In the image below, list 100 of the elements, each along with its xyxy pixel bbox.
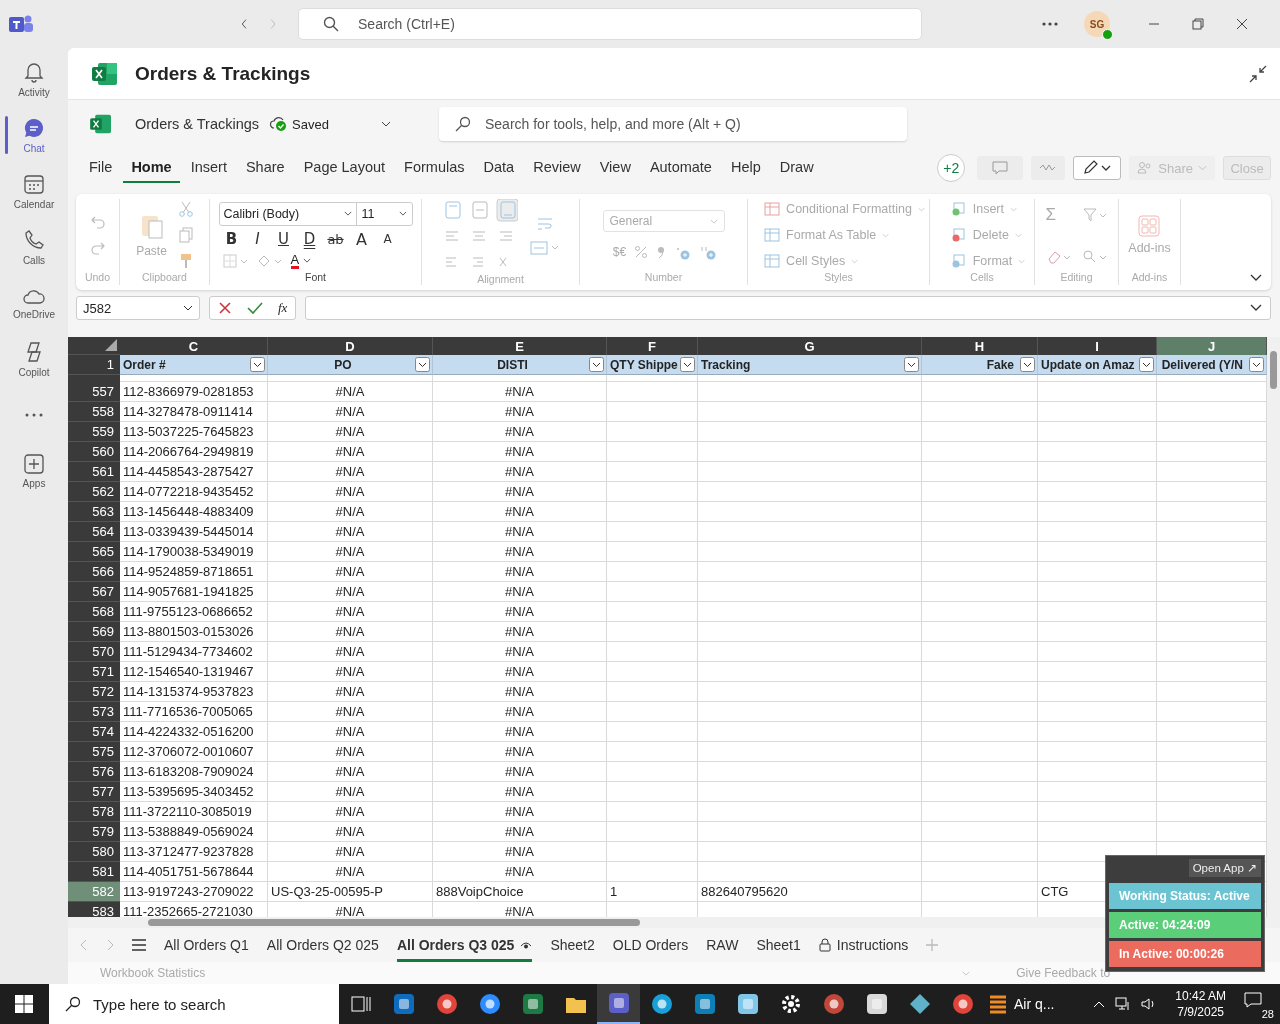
open-app-button[interactable]: Open App ↗ <box>1188 859 1261 877</box>
font-style-button[interactable]: D <box>300 230 319 248</box>
formula-field[interactable] <box>305 296 1271 320</box>
rail-item[interactable]: Calls <box>0 224 68 270</box>
row-header[interactable]: 580 <box>68 842 120 862</box>
menu-tab[interactable]: Home <box>123 153 180 183</box>
menu-tab[interactable]: Help <box>722 153 769 183</box>
search-field[interactable]: Search for tools, help, and more (Alt + Q) <box>438 107 907 141</box>
sheet-tab[interactable]: Sheet2 <box>550 928 595 962</box>
row-header[interactable]: 557 <box>68 382 120 402</box>
row-header[interactable]: 567 <box>68 582 120 602</box>
cancel-icon[interactable] <box>217 301 232 315</box>
video-call-icon[interactable] <box>477 992 502 1016</box>
collaborators-badge[interactable]: +2 <box>937 154 966 182</box>
caret-icon[interactable] <box>380 121 391 127</box>
menu-tab[interactable]: Automate <box>641 153 720 183</box>
menu-tab[interactable]: View <box>591 153 639 183</box>
font-style-button[interactable]: U <box>274 230 293 248</box>
row-header[interactable]: 572 <box>68 682 120 702</box>
network-icon[interactable] <box>1115 997 1132 1011</box>
row-header[interactable]: 581 <box>68 862 120 882</box>
browser-icon[interactable] <box>434 992 459 1016</box>
font-style-button[interactable]: I <box>248 230 267 248</box>
row-header[interactable]: 559 <box>68 422 120 442</box>
row-header[interactable]: 574 <box>68 722 120 742</box>
column-header[interactable]: J <box>1157 337 1267 355</box>
row-header[interactable]: 571 <box>68 662 120 682</box>
row-header[interactable]: 561 <box>68 462 120 482</box>
filter-dropdown-icon[interactable] <box>589 357 604 372</box>
browser-icon[interactable] <box>649 992 674 1016</box>
spreadsheet-app-icon[interactable] <box>520 992 545 1016</box>
file-name[interactable]: Orders & Trackings <box>135 116 260 132</box>
row-header[interactable]: 570 <box>68 642 120 662</box>
font-color-button[interactable]: A <box>290 252 312 269</box>
filter-dropdown-icon[interactable] <box>1249 357 1264 372</box>
confirm-icon[interactable] <box>246 301 263 315</box>
expand-icon[interactable] <box>1250 304 1262 312</box>
app-icon[interactable] <box>821 992 846 1016</box>
rail-item[interactable]: Apps <box>0 448 68 494</box>
menu-tab[interactable]: Insert <box>182 153 235 183</box>
row-header[interactable]: 564 <box>68 522 120 542</box>
browser-icon[interactable] <box>950 992 975 1016</box>
row-header[interactable]: 560 <box>68 442 120 462</box>
expand-ribbon-icon[interactable] <box>1250 274 1262 282</box>
insert-function-button[interactable]: fx <box>278 300 288 316</box>
clock[interactable]: 10:42 AM 7/9/2025 <box>1175 988 1226 1020</box>
rail-item[interactable]: Chat <box>0 112 68 158</box>
sheet-tab[interactable]: Instructions <box>818 928 909 962</box>
row-header[interactable]: 577 <box>68 782 120 802</box>
notebook-icon[interactable] <box>735 992 760 1016</box>
sheet-tab[interactable]: RAW <box>706 928 739 962</box>
start-icon[interactable] <box>15 995 33 1013</box>
collapse-icon[interactable] <box>1249 64 1267 83</box>
filter-dropdown-icon[interactable] <box>1020 357 1035 372</box>
search-field[interactable]: Search (Ctrl+E) <box>298 8 922 40</box>
menu-tab[interactable]: File <box>81 153 121 183</box>
menu-tab[interactable]: Formulas <box>396 153 473 183</box>
rail-item[interactable]: OneDrive <box>0 280 68 326</box>
row-header[interactable]: 576 <box>68 762 120 782</box>
filter-dropdown-icon[interactable] <box>904 357 919 372</box>
row-header[interactable]: 575 <box>68 742 120 762</box>
menu-icon[interactable] <box>132 939 146 951</box>
row-header[interactable]: 565 <box>68 542 120 562</box>
rail-item[interactable]: Activity <box>0 56 68 102</box>
row-header[interactable]: 583 <box>68 902 120 917</box>
font-style-button[interactable]: A <box>352 229 371 249</box>
avatar[interactable]: SG <box>1084 11 1110 37</box>
row-header[interactable]: 563 <box>68 502 120 522</box>
rail-item[interactable]: Calendar <box>0 168 68 214</box>
filter-dropdown-icon[interactable] <box>1139 357 1154 372</box>
app-icon[interactable] <box>864 992 889 1016</box>
menu-tab[interactable]: Share <box>237 153 293 183</box>
name-box[interactable]: J582 <box>76 296 200 320</box>
chevron-up-icon[interactable] <box>1093 1000 1106 1008</box>
row-header[interactable]: 579 <box>68 822 120 842</box>
filter-dropdown-icon[interactable] <box>415 357 430 372</box>
horizontal-scrollbar[interactable] <box>68 917 1280 928</box>
sheet-tab[interactable]: OLD Orders <box>612 928 689 962</box>
font-size-dropdown[interactable]: 11 <box>356 202 412 225</box>
vertical-scrollbar[interactable] <box>1267 337 1280 917</box>
row-header[interactable]: 582 <box>68 882 120 902</box>
row-header[interactable]: 562 <box>68 482 120 502</box>
close-icon[interactable] <box>1236 18 1248 30</box>
row-header[interactable]: 569 <box>68 622 120 642</box>
sheet-tab[interactable]: Sheet1 <box>756 928 801 962</box>
taskbar-app-button[interactable]: Air q... <box>984 984 1066 1024</box>
menu-tab[interactable]: Review <box>525 153 589 183</box>
font-style-button[interactable]: A <box>378 232 397 246</box>
filter-dropdown-icon[interactable] <box>680 357 695 372</box>
rail-item[interactable]: Copilot <box>0 336 68 382</box>
restore-icon[interactable] <box>1192 18 1204 30</box>
filter-dropdown-icon[interactable] <box>250 357 265 372</box>
back-icon[interactable] <box>240 16 247 32</box>
row-header[interactable]: 558 <box>68 402 120 422</box>
row-header[interactable]: 566 <box>68 562 120 582</box>
row-header[interactable]: 578 <box>68 802 120 822</box>
font-style-button[interactable]: ab <box>326 231 345 247</box>
editing-mode-button[interactable] <box>1073 156 1122 180</box>
sheet-tab[interactable]: All Orders Q2 025 <box>266 928 379 962</box>
mail-app-icon[interactable] <box>391 992 416 1016</box>
